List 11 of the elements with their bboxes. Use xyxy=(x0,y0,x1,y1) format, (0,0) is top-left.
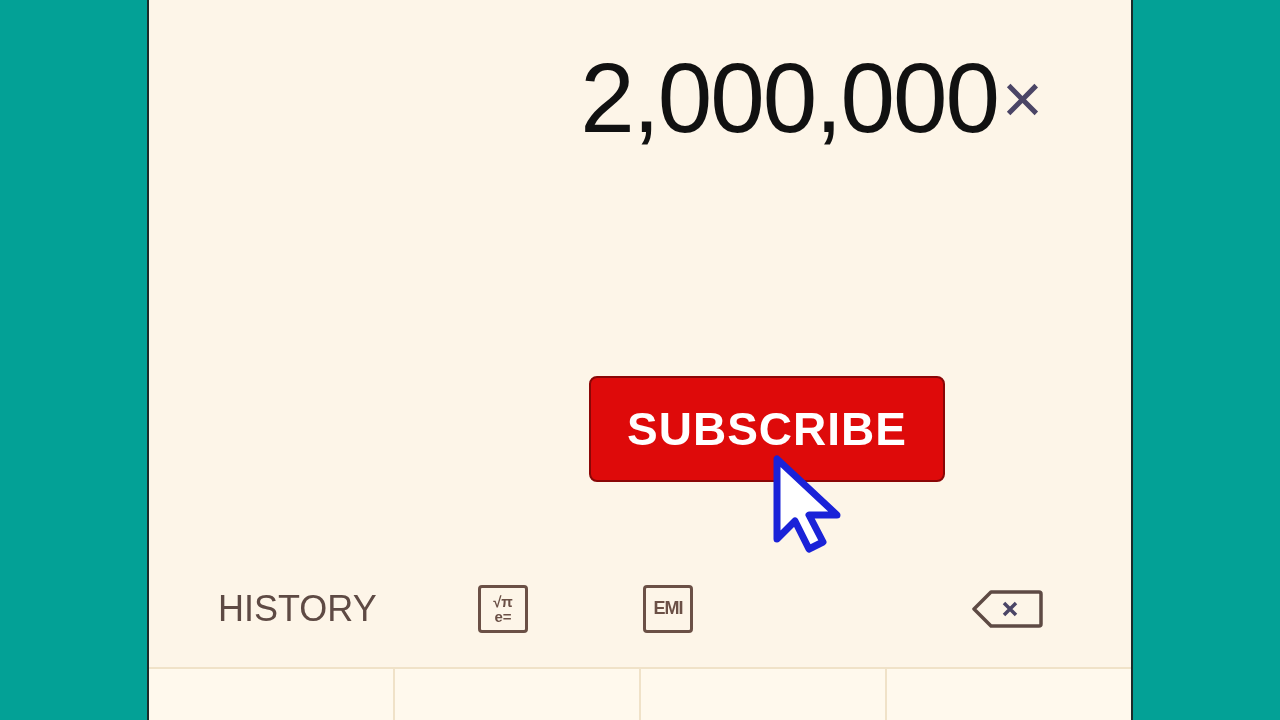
operator-symbol: × xyxy=(1002,63,1043,134)
keypad-key[interactable] xyxy=(395,669,641,720)
emi-icon[interactable]: EMI xyxy=(643,584,693,633)
display-expression: 2,000,000 xyxy=(580,48,999,147)
keypad-key[interactable] xyxy=(149,669,395,720)
keypad-key[interactable] xyxy=(887,669,1131,720)
history-button[interactable]: HISTORY xyxy=(218,586,377,631)
keypad-key[interactable] xyxy=(641,669,887,720)
scientific-icon[interactable]: √π e= xyxy=(478,584,528,633)
subscribe-button[interactable]: SUBSCRIBE xyxy=(589,376,945,482)
backspace-icon[interactable] xyxy=(971,588,1043,629)
